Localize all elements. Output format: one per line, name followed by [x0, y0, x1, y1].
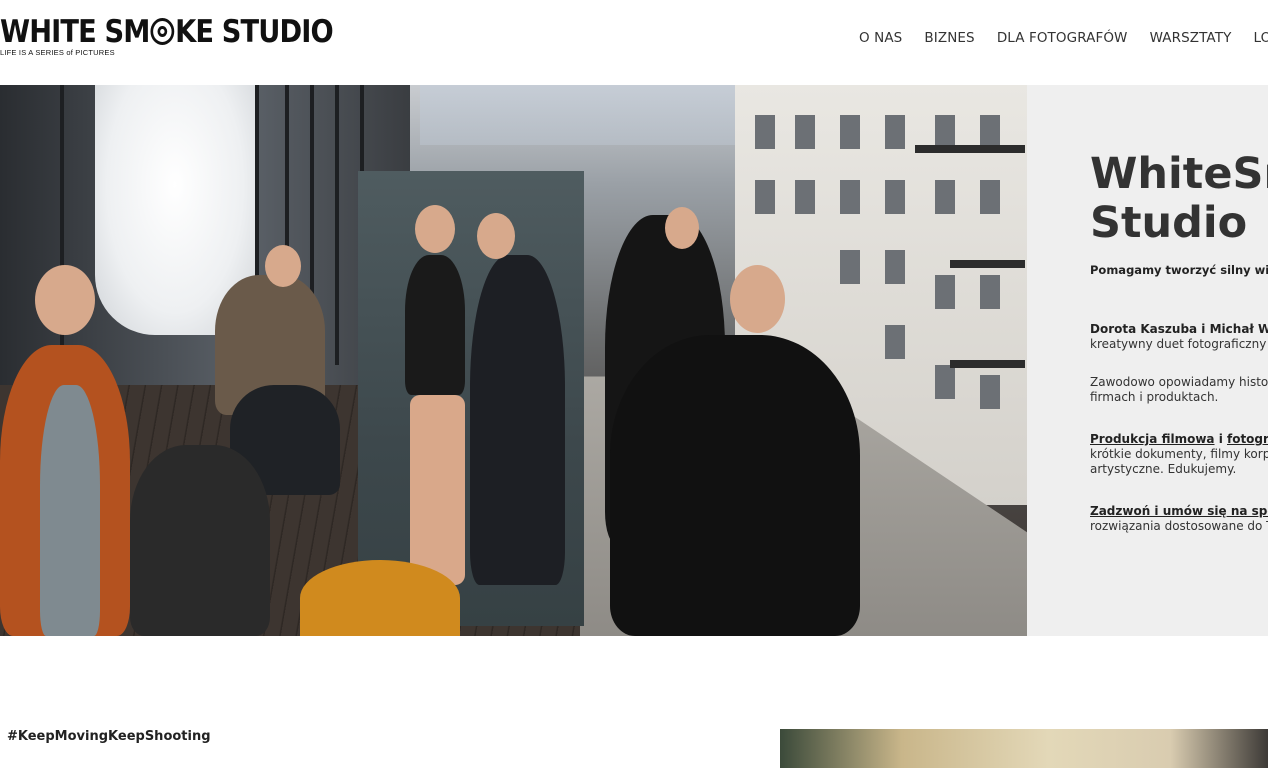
site-header: WHITE SM KE STUDIO LIFE IS A SERIES of PI…	[0, 0, 1268, 85]
site-logo[interactable]: WHITE SM KE STUDIO LIFE IS A SERIES of PI…	[0, 14, 334, 60]
hero-title: WhiteSmoke Studio	[1090, 149, 1268, 248]
hero-paragraph-story: Zawodowo opowiadamy historie o firmach i…	[1090, 375, 1268, 404]
film-production-link[interactable]: Produkcja filmowa	[1090, 432, 1215, 446]
main-nav: O NAS BIZNES DLA FOTOGRAFÓW WARSZTATY LO…	[859, 27, 1268, 46]
logo-tagline: LIFE IS A SERIES of PICTURES	[0, 48, 115, 57]
hero-paragraph-contact: Zadzwoń i umów się na spotkanie rozwiąza…	[1090, 504, 1268, 534]
hero-paragraph-services: Produkcja filmowa i fotografia krótkie d…	[1090, 432, 1268, 477]
logo-wordmark: WHITE SM KE STUDIO	[0, 14, 334, 50]
hero-paragraph-authors: Dorota Kaszuba i Michał Wr kreatywny due…	[1090, 322, 1268, 351]
nav-item-warsztaty[interactable]: WARSZTATY	[1150, 30, 1232, 46]
nav-item-biznes[interactable]: BIZNES	[924, 30, 974, 46]
call-and-book-link[interactable]: Zadzwoń i umów się na spotkanie	[1090, 504, 1268, 518]
camera-lens-icon	[150, 18, 175, 45]
nav-item-dla-fotografow[interactable]: DLA FOTOGRAFÓW	[997, 30, 1128, 46]
section-photo	[780, 729, 1268, 768]
nav-item-love[interactable]: LOVE	[1254, 30, 1268, 46]
section-hashtag: #KeepMovingKeepShooting	[7, 729, 211, 744]
photography-link[interactable]: fotografia	[1227, 432, 1268, 446]
hero-photo	[0, 85, 1027, 636]
hero-text-panel: WhiteSmoke Studio Pomagamy tworzyć silny…	[1027, 85, 1268, 636]
hero-subtitle: Pomagamy tworzyć silny wizerunek	[1090, 263, 1268, 277]
nav-item-o-nas[interactable]: O NAS	[859, 30, 902, 46]
hero-section: WhiteSmoke Studio Pomagamy tworzyć silny…	[0, 85, 1268, 636]
